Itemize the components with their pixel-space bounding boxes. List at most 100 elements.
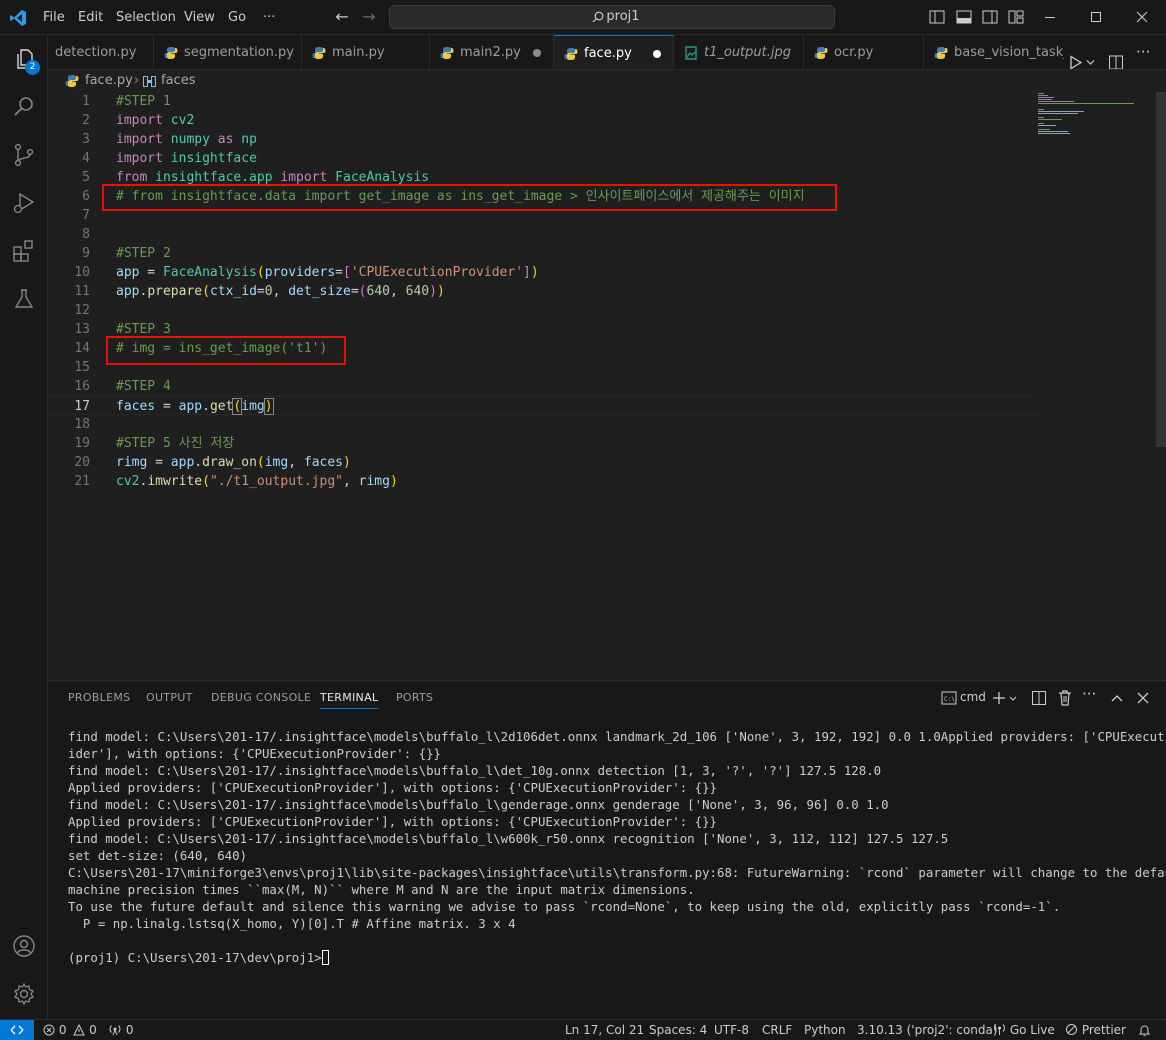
python-icon (934, 47, 948, 59)
code-text: #STEP 5 사진 저장 (116, 436, 235, 451)
terminal-shell-name[interactable]: cmd (960, 690, 986, 708)
activity-bar: 2 (0, 35, 48, 1019)
prettier-label: Prettier (1081, 1023, 1126, 1037)
menu-view[interactable]: View (184, 0, 215, 35)
trash-icon[interactable] (1057, 689, 1073, 707)
end-of-line[interactable]: CRLF (762, 1020, 792, 1040)
language-mode[interactable]: Python (804, 1020, 846, 1040)
unsaved-dot-icon[interactable] (653, 50, 661, 58)
more-actions-icon[interactable]: ··· (1136, 35, 1150, 69)
line-number: 18 (74, 417, 90, 432)
menu-edit[interactable]: Edit (78, 0, 103, 35)
line-number: 6 (82, 189, 90, 204)
tab-label: face.py (584, 46, 632, 61)
toggle-panel-icon[interactable] (956, 10, 972, 24)
tab-segmentation[interactable]: segmentation.py (154, 35, 302, 69)
tab-main2[interactable]: main2.py (430, 35, 554, 69)
terminal-cursor (321, 950, 329, 965)
breadcrumb-file[interactable]: face.py (85, 70, 133, 92)
split-terminal-icon[interactable] (1031, 689, 1047, 707)
python-icon (164, 47, 178, 59)
breadcrumb-symbol[interactable]: faces (161, 70, 195, 92)
ports-status[interactable]: 0 (108, 1020, 133, 1040)
tab-debug-console[interactable]: DEBUG CONSOLE (211, 681, 311, 715)
explorer-button[interactable]: 2 (0, 35, 48, 83)
close-window-icon[interactable] (1119, 0, 1165, 35)
broadcast-icon (109, 1025, 121, 1036)
menu-more[interactable]: ··· (263, 0, 275, 35)
line-number: 5 (82, 170, 90, 185)
editor-scrollbar[interactable] (1156, 92, 1166, 447)
prettier-button[interactable]: Prettier (1065, 1020, 1126, 1040)
line-number: 4 (82, 151, 90, 166)
tab-output[interactable]: OUTPUT (146, 681, 193, 715)
search-icon (14, 97, 33, 116)
tab-label: base_vision_task_a (954, 45, 1064, 60)
code-line: 21 cv2.imwrite("./t1_output.jpg", rimg) (48, 472, 1038, 491)
terminal-line: find model: C:\Users\201-17/.insightface… (68, 831, 949, 846)
menu-selection[interactable]: Selection (116, 0, 176, 35)
code-line: 1 #STEP 1 (48, 92, 1038, 111)
menu-file[interactable]: File (43, 0, 65, 35)
command-center-search[interactable]: proj1 (389, 5, 835, 29)
go-live-button[interactable]: Go Live (993, 1020, 1055, 1040)
code-line: 12 (48, 301, 1038, 320)
code-editor[interactable]: 1 #STEP 1 2 import cv2 3 import numpy as np… (48, 92, 1166, 680)
minimize-icon[interactable] (1027, 0, 1073, 35)
run-python-file-icon[interactable] (1068, 45, 1098, 70)
tab-ports[interactable]: PORTS (396, 681, 433, 715)
manage-button[interactable] (0, 970, 48, 1018)
python-icon (65, 75, 79, 87)
forward-arrow-icon[interactable]: → (359, 7, 379, 27)
terminal-line: find model: C:\Users\201-17/.insightface… (68, 797, 889, 812)
back-arrow-icon[interactable]: ← (332, 7, 352, 27)
line-number: 19 (74, 436, 90, 451)
tab-ocr[interactable]: ocr.py (804, 35, 924, 69)
customize-layout-icon[interactable] (1008, 10, 1024, 24)
tab-label: main.py (332, 45, 385, 60)
line-number: 21 (74, 474, 90, 489)
run-debug-icon (13, 192, 35, 214)
run-debug-button[interactable] (0, 179, 48, 227)
tab-label: t1_output.jpg (704, 45, 791, 60)
python-interpreter[interactable]: 3.10.13 ('proj2': conda) (857, 1020, 998, 1040)
tab-terminal[interactable]: TERMINAL (320, 681, 379, 715)
tab-detection[interactable]: detection.py (48, 35, 154, 69)
tab-main[interactable]: main.py (302, 35, 430, 69)
remote-indicator-button[interactable] (0, 1020, 34, 1040)
new-terminal-icon[interactable] (991, 689, 1021, 707)
code-text: import insightface (116, 151, 257, 166)
accounts-button[interactable] (0, 922, 48, 970)
tab-base-vision-task[interactable]: base_vision_task_a (924, 35, 1064, 69)
tab-problems[interactable]: PROBLEMS (68, 681, 130, 715)
cursor-position[interactable]: Ln 17, Col 21 (565, 1020, 644, 1040)
tab-t1-output[interactable]: t1_output.jpg (674, 35, 804, 69)
more-actions-icon[interactable]: ··· (1082, 685, 1096, 703)
extensions-button[interactable] (0, 227, 48, 275)
variable-icon (143, 76, 156, 87)
maximize-panel-icon[interactable] (1109, 689, 1125, 707)
indentation[interactable]: Spaces: 4 (649, 1020, 707, 1040)
encoding[interactable]: UTF-8 (714, 1020, 749, 1040)
problems-status[interactable]: 0 0 (43, 1020, 97, 1040)
code-line: 19 #STEP 5 사진 저장 (48, 434, 1038, 453)
maximize-icon[interactable] (1073, 0, 1119, 35)
status-bar: 0 0 0 Ln 17, Col 21 Spaces: 4 UTF-8 CRLF… (0, 1019, 1166, 1040)
close-panel-icon[interactable] (1135, 689, 1151, 707)
menu-go[interactable]: Go (228, 0, 246, 35)
toggle-secondary-sidebar-icon[interactable] (982, 10, 998, 24)
terminal-icon: C:\ (941, 691, 957, 705)
terminal-line: P = np.linalg.lstsq(X_homo, Y)[0].T # Af… (68, 916, 516, 931)
search-view-button[interactable] (0, 83, 48, 131)
minimap[interactable] (1036, 92, 1146, 152)
line-number: 9 (82, 246, 90, 261)
unsaved-dot-icon[interactable] (533, 49, 541, 57)
source-control-button[interactable] (0, 131, 48, 179)
line-number: 1 (82, 94, 90, 109)
toggle-primary-sidebar-icon[interactable] (929, 10, 945, 24)
notifications-bell-icon[interactable] (1138, 1024, 1151, 1037)
terminal-output[interactable]: find model: C:\Users\201-17/.insightface… (68, 728, 1166, 966)
split-editor-icon[interactable] (1108, 45, 1124, 70)
tab-face[interactable]: face.py (554, 35, 674, 69)
testing-button[interactable] (0, 275, 48, 323)
